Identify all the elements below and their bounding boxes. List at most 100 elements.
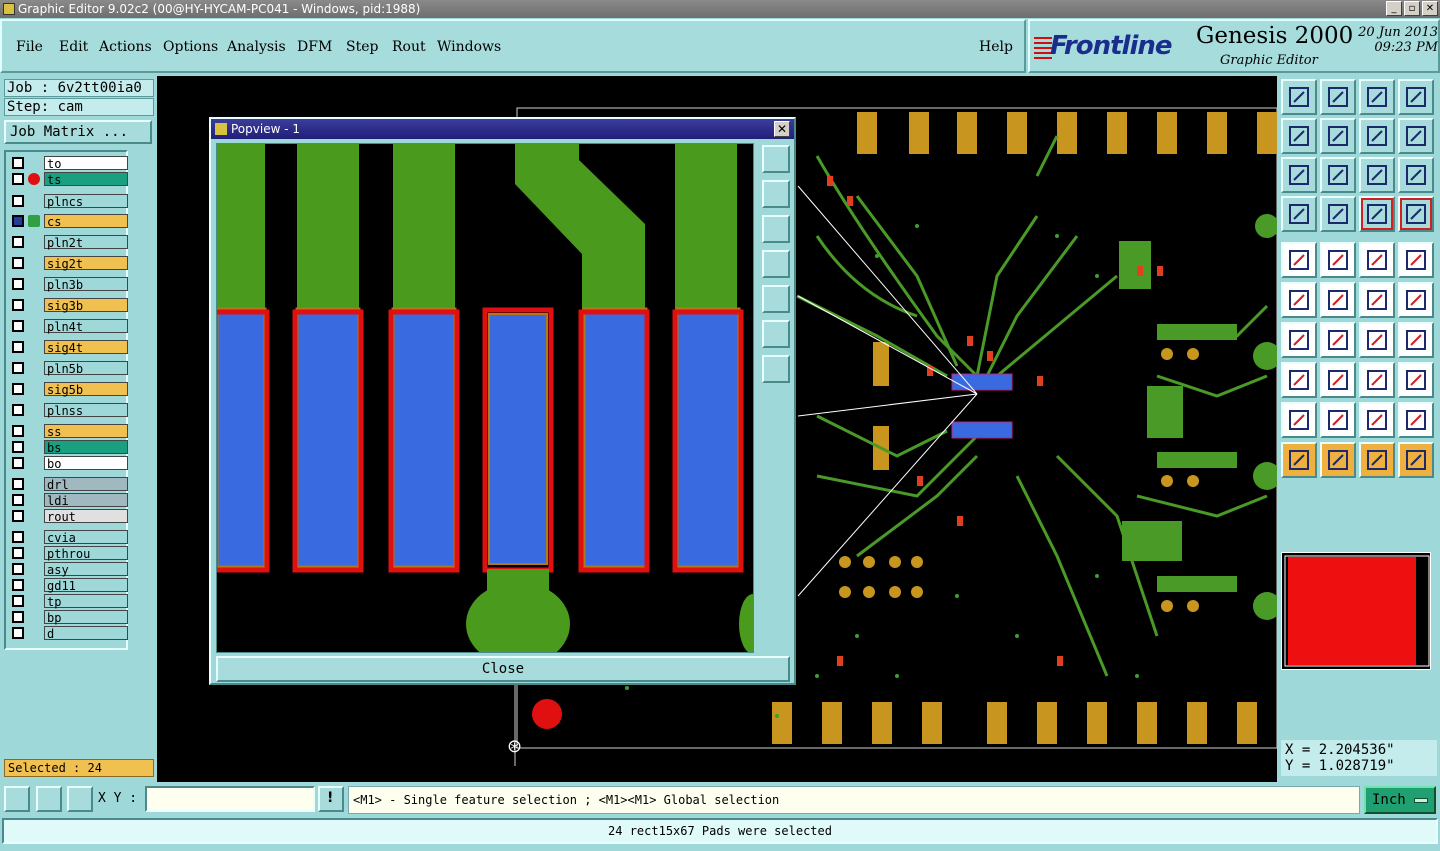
layer-name[interactable]: ts <box>44 172 128 187</box>
layer-checkbox[interactable] <box>12 236 24 248</box>
layer-checkbox[interactable] <box>12 320 24 332</box>
layer-name[interactable]: pln4t <box>44 319 128 334</box>
popview-center-icon[interactable] <box>762 355 790 383</box>
trace-icon[interactable] <box>1320 362 1356 398</box>
select-icon[interactable] <box>1320 442 1356 478</box>
layer-checkbox[interactable] <box>12 579 24 591</box>
layer-checkbox[interactable] <box>12 441 24 453</box>
menu-dfm[interactable]: DFM <box>297 39 332 55</box>
pan-right-icon[interactable] <box>1320 118 1356 154</box>
layer-row-sig3b[interactable]: sig3b <box>10 298 128 313</box>
text-icon[interactable] <box>1398 322 1434 358</box>
fit-icon[interactable] <box>1281 157 1317 193</box>
layer-name[interactable]: bp <box>44 610 128 625</box>
rotate-icon[interactable] <box>1359 322 1395 358</box>
layer-name[interactable]: sig5b <box>44 382 128 397</box>
layer-row-bp[interactable]: bp <box>10 610 128 625</box>
layer-row-sig4t[interactable]: sig4t <box>10 340 128 355</box>
layer-row-bo[interactable]: bo <box>10 456 128 471</box>
layer-checkbox[interactable] <box>12 510 24 522</box>
layer-checkbox[interactable] <box>12 531 24 543</box>
edit-shape-icon[interactable] <box>1320 242 1356 278</box>
angle-icon[interactable] <box>1398 402 1434 438</box>
layer-row-ts[interactable]: ts <box>10 172 128 187</box>
menu-edit[interactable]: Edit <box>59 39 88 55</box>
connect-icon[interactable] <box>1281 282 1317 318</box>
copy-icon[interactable] <box>1398 282 1434 318</box>
xy-input[interactable] <box>145 786 315 812</box>
popview-close-button[interactable]: Close <box>216 656 790 682</box>
layer-checkbox[interactable] <box>12 425 24 437</box>
maximize-icon[interactable]: ▫ <box>1404 1 1420 16</box>
layer-name[interactable]: tp <box>44 594 128 609</box>
layer-checkbox[interactable] <box>12 157 24 169</box>
zoom-home-icon[interactable] <box>1281 79 1317 115</box>
popview-pan-left-icon[interactable] <box>762 250 790 278</box>
highlight-icon[interactable] <box>1398 196 1434 232</box>
popview-pan-down-icon[interactable] <box>762 215 790 243</box>
layer-name[interactable]: plnss <box>44 403 128 418</box>
layer-name[interactable]: cvia <box>44 530 128 545</box>
layer-row-pln5b[interactable]: pln5b <box>10 361 128 376</box>
menu-rout[interactable]: Rout <box>392 39 426 55</box>
layer-name[interactable]: bo <box>44 456 128 471</box>
layer-checkbox[interactable] <box>12 341 24 353</box>
layer-checkbox[interactable] <box>12 611 24 623</box>
layer-checkbox[interactable] <box>12 278 24 290</box>
layer-name[interactable]: cs <box>44 214 128 229</box>
layer-name[interactable]: drl <box>44 477 128 492</box>
split-view-icon[interactable] <box>1398 79 1434 115</box>
ruler-icon[interactable] <box>1359 242 1395 278</box>
layer-checkbox[interactable] <box>12 257 24 269</box>
layer-name[interactable]: to <box>44 156 128 171</box>
minimize-icon[interactable]: _ <box>1386 1 1402 16</box>
arc-icon[interactable] <box>1281 402 1317 438</box>
popview-close-icon[interactable]: ✕ <box>774 121 790 137</box>
grid-icon[interactable] <box>1320 196 1356 232</box>
grid-icon[interactable] <box>67 786 93 812</box>
layer-name[interactable]: plncs <box>44 194 128 209</box>
house-icon[interactable] <box>1359 79 1395 115</box>
dotted-select-icon[interactable] <box>1398 242 1434 278</box>
job-matrix-button[interactable]: Job Matrix ... <box>4 120 152 144</box>
layer-checkbox[interactable] <box>12 547 24 559</box>
layer-row-to[interactable]: to <box>10 156 128 171</box>
layer-checkbox[interactable] <box>12 299 24 311</box>
snap-icon[interactable] <box>4 786 30 812</box>
inspect-icon[interactable] <box>1359 442 1395 478</box>
line-icon[interactable] <box>1281 322 1317 358</box>
layer-name[interactable]: ss <box>44 424 128 439</box>
layer-row-rout[interactable]: rout <box>10 509 128 524</box>
polygon-icon[interactable] <box>1320 402 1356 438</box>
popview-window[interactable]: Popview - 1 ✕ Close <box>209 117 796 685</box>
measure-icon[interactable] <box>36 786 62 812</box>
layer-checkbox[interactable] <box>12 362 24 374</box>
popview-zoom-in-icon[interactable] <box>762 145 790 173</box>
layer-row-plncs[interactable]: plncs <box>10 194 128 209</box>
add-feature-icon[interactable] <box>1281 242 1317 278</box>
layer-row-d[interactable]: d <box>10 626 128 641</box>
menu-windows[interactable]: Windows <box>437 39 501 55</box>
pad-icon[interactable] <box>1281 362 1317 398</box>
menu-step[interactable]: Step <box>346 39 378 55</box>
units-selector[interactable]: Inch <box>1364 786 1436 814</box>
menu-file[interactable]: File <box>16 39 43 55</box>
menu-analysis[interactable]: Analysis <box>227 39 286 55</box>
pan-left-icon[interactable] <box>1281 118 1317 154</box>
close-icon[interactable]: ✕ <box>1422 1 1438 16</box>
layer-row-plnss[interactable]: plnss <box>10 403 128 418</box>
center-icon[interactable] <box>1320 157 1356 193</box>
layer-name[interactable]: d <box>44 626 128 641</box>
layer-name[interactable]: ldi <box>44 493 128 508</box>
layer-name[interactable]: gd11 <box>44 578 128 593</box>
layer-row-sig5b[interactable]: sig5b <box>10 382 128 397</box>
layer-name[interactable]: bs <box>44 440 128 455</box>
layer-name[interactable]: rout <box>44 509 128 524</box>
layer-checkbox[interactable] <box>12 457 24 469</box>
overview-map[interactable] <box>1281 552 1431 670</box>
layer-name[interactable]: sig4t <box>44 340 128 355</box>
layer-name[interactable]: pln3b <box>44 277 128 292</box>
layer-row-pln2t[interactable]: pln2t <box>10 235 128 250</box>
layer-checkbox[interactable] <box>12 478 24 490</box>
layer-row-tp[interactable]: tp <box>10 594 128 609</box>
